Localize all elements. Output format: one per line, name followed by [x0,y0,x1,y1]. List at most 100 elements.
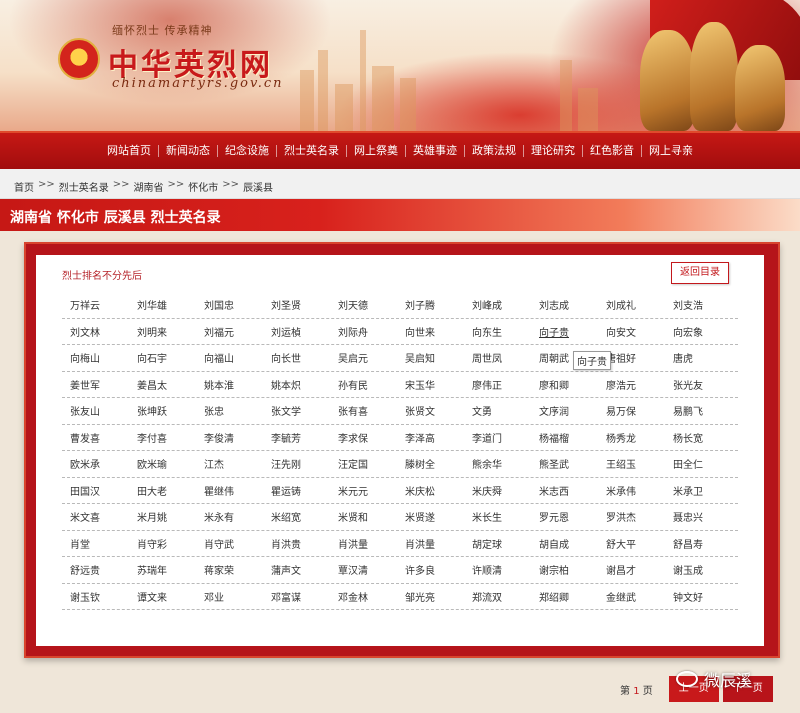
martyr-name-link[interactable]: 米志西 [531,483,598,498]
martyr-name-link[interactable]: 李毓芳 [263,430,330,445]
martyr-name-link[interactable]: 易鹏飞 [665,403,732,418]
martyr-name-link[interactable]: 李付喜 [129,430,196,445]
martyr-name-link[interactable]: 钟文好 [665,589,732,604]
martyr-name-link[interactable]: 周世凤 [464,350,531,365]
martyr-name-link[interactable]: 胡定球 [464,536,531,551]
martyr-name-link[interactable]: 米永有 [196,509,263,524]
martyr-name-link[interactable]: 蒋家荣 [196,562,263,577]
martyr-name-link[interactable]: 米贤和 [330,509,397,524]
martyr-name-link[interactable]: 刘运楨 [263,324,330,339]
martyr-name-link[interactable]: 廖和卿 [531,377,598,392]
martyr-name-link[interactable]: 李俊清 [196,430,263,445]
martyr-name-link[interactable]: 田全仁 [665,456,732,471]
nav-item-red-media[interactable]: 红色影音 [583,145,642,157]
martyr-name-link[interactable]: 米承卫 [665,483,732,498]
martyr-name-link[interactable]: 宋玉华 [397,377,464,392]
martyr-name-link[interactable]: 向福山 [196,350,263,365]
martyr-name-link[interactable]: 刘福元 [196,324,263,339]
martyr-name-link[interactable]: 米长生 [464,509,531,524]
martyr-name-link[interactable]: 欧米瑜 [129,456,196,471]
martyr-name-link[interactable]: 欧米承 [62,456,129,471]
nav-item-memorials[interactable]: 纪念设施 [218,145,277,157]
breadcrumb-province[interactable]: 湖南省 [134,179,164,194]
martyr-name-link[interactable]: 许多良 [397,562,464,577]
martyr-name-link[interactable]: 姚本淮 [196,377,263,392]
martyr-name-link[interactable]: 刘文林 [62,324,129,339]
martyr-name-link[interactable]: 向世来 [397,324,464,339]
martyr-name-link[interactable]: 许顺清 [464,562,531,577]
martyr-name-link[interactable]: 熊余华 [464,456,531,471]
martyr-name-link[interactable]: 刘明来 [129,324,196,339]
back-to-directory-button[interactable]: 返回目录 [671,262,729,284]
martyr-name-link[interactable]: 瞿运铸 [263,483,330,498]
martyr-name-link[interactable]: 金继武 [598,589,665,604]
martyr-name-link[interactable]: 张有喜 [330,403,397,418]
martyr-name-link[interactable]: 刘国忠 [196,297,263,312]
martyr-name-link[interactable]: 张贤文 [397,403,464,418]
martyr-name-link[interactable]: 刘天德 [330,297,397,312]
martyr-name-link[interactable]: 蒲声文 [263,562,330,577]
nav-item-martyr-list[interactable]: 烈士英名录 [277,145,347,157]
martyr-name-link[interactable]: 杨秀龙 [598,430,665,445]
nav-item-policies[interactable]: 政策法规 [465,145,524,157]
martyr-name-link[interactable]: 杨福榴 [531,430,598,445]
breadcrumb-martyr-list[interactable]: 烈士英名录 [59,179,109,194]
martyr-name-link[interactable]: 李道门 [464,430,531,445]
martyr-name-link[interactable]: 舒昌寿 [665,536,732,551]
martyr-name-link[interactable]: 张忠 [196,403,263,418]
martyr-name-link[interactable]: 邓业 [196,589,263,604]
martyr-name-link[interactable]: 田大老 [129,483,196,498]
martyr-name-link[interactable]: 苏瑞年 [129,562,196,577]
martyr-name-link[interactable]: 谢玉成 [665,562,732,577]
martyr-name-link[interactable]: 张友山 [62,403,129,418]
martyr-name-link[interactable]: 邹光亮 [397,589,464,604]
martyr-name-link[interactable]: 罗元恩 [531,509,598,524]
martyr-name-link[interactable]: 刘成礼 [598,297,665,312]
martyr-name-link[interactable]: 吴启元 [330,350,397,365]
martyr-name-link[interactable]: 刘子腾 [397,297,464,312]
martyr-name-link[interactable]: 郑流双 [464,589,531,604]
martyr-name-link[interactable]: 胡自成 [531,536,598,551]
martyr-name-link[interactable]: 向梅山 [62,350,129,365]
martyr-name-link[interactable]: 罗洪杰 [598,509,665,524]
martyr-name-link[interactable]: 邓金林 [330,589,397,604]
martyr-name-link[interactable]: 向宏象 [665,324,732,339]
martyr-name-link[interactable]: 曹发喜 [62,430,129,445]
martyr-name-link[interactable]: 肖堂 [62,536,129,551]
martyr-name-link[interactable]: 舒大平 [598,536,665,551]
martyr-name-link[interactable]: 汪先刚 [263,456,330,471]
nav-item-home[interactable]: 网站首页 [100,145,159,157]
martyr-name-link[interactable]: 廖浩元 [598,377,665,392]
martyr-name-link[interactable]: 谢昌才 [598,562,665,577]
martyr-name-link[interactable]: 郑绍卿 [531,589,598,604]
martyr-name-link[interactable]: 谭文来 [129,589,196,604]
martyr-name-link[interactable]: 张坤跃 [129,403,196,418]
martyr-name-link[interactable]: 廖伟正 [464,377,531,392]
breadcrumb-city[interactable]: 怀化市 [188,179,218,194]
martyr-name-link[interactable]: 杨长宽 [665,430,732,445]
martyr-name-link[interactable]: 刘支浩 [665,297,732,312]
martyr-name-link[interactable]: 聂忠兴 [665,509,732,524]
martyr-name-link[interactable]: 肖洪量 [330,536,397,551]
martyr-name-link[interactable]: 万祥云 [62,297,129,312]
martyr-name-link[interactable]: 肖洪量 [397,536,464,551]
martyr-name-link[interactable]: 米月姚 [129,509,196,524]
martyr-name-link[interactable]: 瞿继伟 [196,483,263,498]
nav-item-research[interactable]: 理论研究 [524,145,583,157]
martyr-name-link[interactable]: 田国汉 [62,483,129,498]
martyr-name-link[interactable]: 向长世 [263,350,330,365]
martyr-name-link[interactable]: 熊圣武 [531,456,598,471]
martyr-name-link[interactable]: 张文学 [263,403,330,418]
martyr-name-link[interactable]: 米庆舜 [464,483,531,498]
martyr-name-link[interactable]: 向东生 [464,324,531,339]
martyr-name-link[interactable]: 刘志成 [531,297,598,312]
martyr-name-link[interactable]: 刘华雄 [129,297,196,312]
martyr-name-link[interactable]: 姚本炽 [263,377,330,392]
martyr-name-link[interactable]: 肖守武 [196,536,263,551]
martyr-name-link[interactable]: 覃汉清 [330,562,397,577]
nav-item-hero-stories[interactable]: 英雄事迹 [406,145,465,157]
martyr-name-link[interactable]: 刘峰成 [464,297,531,312]
nav-item-news[interactable]: 新闻动态 [159,145,218,157]
martyr-name-link[interactable]: 米贤遂 [397,509,464,524]
martyr-name-link[interactable]: 米文喜 [62,509,129,524]
